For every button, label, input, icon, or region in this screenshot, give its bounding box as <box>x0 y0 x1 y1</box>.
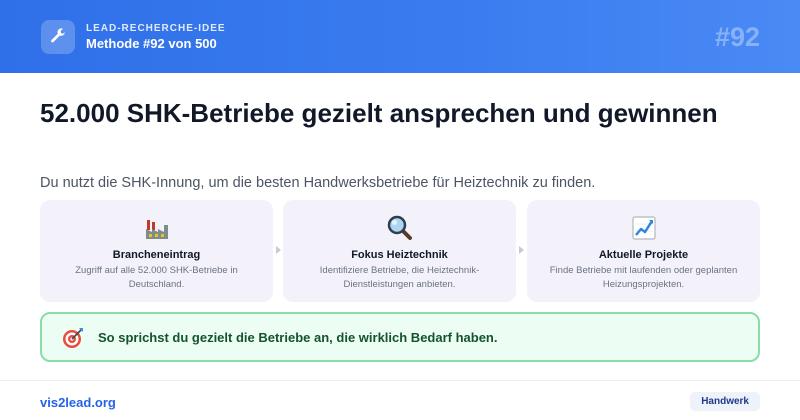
card-brancheneintrag: Brancheneintrag Zugriff auf alle 52.000 … <box>40 200 273 302</box>
tip-callout: So sprichst du gezielt die Betriebe an, … <box>40 312 760 362</box>
tip-text: So sprichst du gezielt die Betriebe an, … <box>98 330 498 345</box>
header-kicker: LEAD-RECHERCHE-IDEE <box>86 23 226 34</box>
magnifier-icon <box>283 215 516 243</box>
factory-icon <box>40 215 273 243</box>
target-icon <box>62 327 84 349</box>
header-method-counter: Methode #92 von 500 <box>86 36 217 51</box>
chevron-right-icon <box>276 246 281 254</box>
card-fokus-heiztechnik: Fokus Heiztechnik Identifiziere Betriebe… <box>283 200 516 302</box>
header-number-badge: #92 <box>714 22 760 52</box>
chevron-right-icon <box>519 246 524 254</box>
chart-up-icon <box>527 215 760 243</box>
card-description: Identifiziere Betriebe, die Heiztechnik-… <box>319 265 480 290</box>
wrench-icon <box>41 20 75 54</box>
card-title: Fokus Heiztechnik <box>351 249 448 261</box>
header-banner: LEAD-RECHERCHE-IDEE Methode #92 von 500 … <box>0 0 800 73</box>
card-title: Brancheneintrag <box>112 249 201 261</box>
page-title: 52.000 SHK-Betriebe gezielt ansprechen u… <box>40 98 718 128</box>
page-subtitle: Du nutzt die SHK-Innung, um die besten H… <box>40 175 596 191</box>
card-description: Finde Betriebe mit laufenden oder geplan… <box>549 265 738 290</box>
feature-cards: Brancheneintrag Zugriff auf alle 52.000 … <box>40 200 760 302</box>
card-aktuelle-projekte: Aktuelle Projekte Finde Betriebe mit lau… <box>527 200 760 302</box>
footer-divider <box>0 380 800 381</box>
footer-brand-link[interactable]: vis2lead.org <box>40 395 116 410</box>
category-badge: Handwerk <box>690 392 760 411</box>
card-title: Aktuelle Projekte <box>598 249 689 261</box>
card-description: Zugriff auf alle 52.000 SHK-Betriebe in … <box>75 265 238 290</box>
